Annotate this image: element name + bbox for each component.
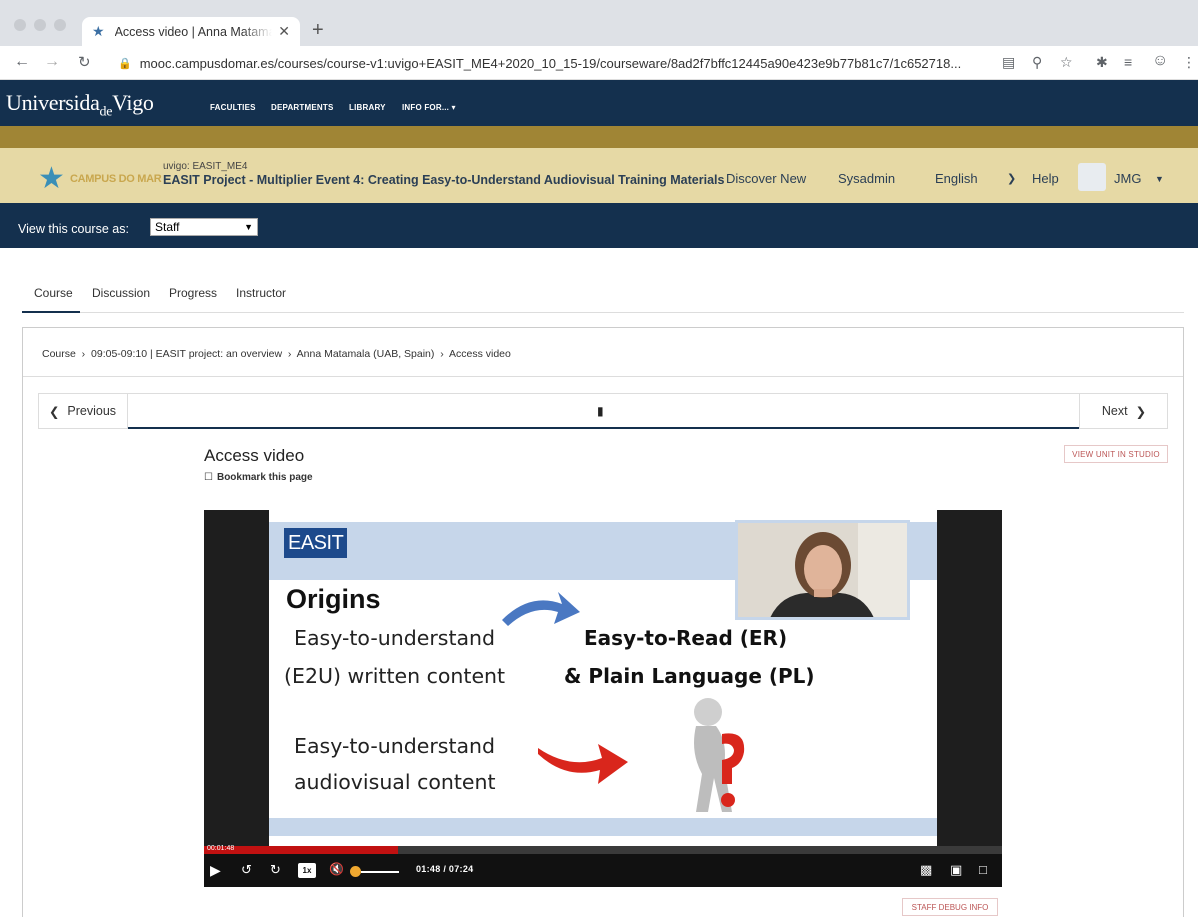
thinking-figure-icon xyxy=(694,698,745,812)
bookmark-button[interactable]: ☐ Bookmark this page xyxy=(204,472,313,483)
slide-heading: Origins xyxy=(286,584,381,614)
campus-do-mar-logo[interactable]: CAMPUS DO MAR xyxy=(70,173,162,185)
unit-title: Access video xyxy=(204,446,305,465)
translate-icon[interactable]: ▤ xyxy=(1002,54,1015,71)
user-menu-caret-icon[interactable]: ▼ xyxy=(1155,174,1164,184)
view-as-value: Staff xyxy=(155,220,180,234)
volume-slider-handle[interactable] xyxy=(350,866,361,877)
elapsed-tooltip: 00:01:48 xyxy=(207,845,235,852)
browser-menu-icon[interactable]: ⋮ xyxy=(1182,54,1196,71)
view-as-label: View this course as: xyxy=(18,222,129,236)
mute-icon[interactable]: 🔇 xyxy=(329,862,344,876)
play-icon[interactable]: ▶ xyxy=(210,862,221,879)
reload-icon[interactable]: ↻ xyxy=(78,53,91,71)
nav-library[interactable]: LIBRARY xyxy=(349,103,386,112)
active-unit-indicator xyxy=(128,427,1079,429)
staff-debug-button[interactable]: STAFF DEBUG INFO xyxy=(902,898,998,916)
slide-text-left-1b: (E2U) written content xyxy=(284,664,506,688)
favicon-star-icon: ★ xyxy=(92,23,105,39)
breadcrumb-divider xyxy=(23,376,1183,377)
red-arrow-icon xyxy=(538,744,628,784)
address-bar-url: mooc.campusdomar.es/courses/course-v1:uv… xyxy=(139,55,962,71)
speaker-video-inset xyxy=(735,520,910,620)
reading-list-icon[interactable]: ≡ xyxy=(1124,54,1132,70)
playback-speed-button[interactable]: 1x xyxy=(298,863,316,878)
help-link[interactable]: Help xyxy=(1032,171,1059,186)
avatar[interactable] xyxy=(1078,163,1106,191)
discover-new-link[interactable]: Discover New xyxy=(726,171,806,186)
zoom-icon[interactable]: ⚲ xyxy=(1032,54,1042,71)
skip-back-icon[interactable]: ↺ xyxy=(241,862,252,878)
bookmark-icon: ☐ xyxy=(204,472,213,483)
tab-title: Access video | Anna Matamala xyxy=(114,24,273,39)
select-chevron-icon: ▼ xyxy=(244,222,253,232)
breadcrumb[interactable]: Course › 09:05-09:10 | EASIT project: an… xyxy=(42,348,511,360)
easit-logo: EASIT xyxy=(284,528,348,558)
tabs-divider xyxy=(22,312,1184,313)
tab-discussion[interactable]: Discussion xyxy=(92,286,150,300)
slide-text-left-1a: Easy-to-understand xyxy=(294,626,496,650)
tab-close-icon[interactable]: ✕ xyxy=(278,23,290,40)
slide-text-left-2a: Easy-to-understand xyxy=(294,734,496,758)
view-in-studio-button[interactable]: VIEW UNIT IN STUDIO xyxy=(1064,445,1168,463)
volume-slider-track[interactable] xyxy=(361,871,399,873)
window-close-button[interactable] xyxy=(14,19,26,31)
previous-label: Previous xyxy=(67,404,117,418)
video-controls xyxy=(204,854,1002,887)
tab-instructor[interactable]: Instructor xyxy=(236,286,286,300)
new-tab-button[interactable]: + xyxy=(312,19,324,42)
nav-info-for[interactable]: INFO FOR... ▾ xyxy=(402,103,456,112)
university-header xyxy=(0,80,1198,126)
university-logo[interactable]: UniversidadeVigo xyxy=(6,90,154,120)
gold-divider xyxy=(0,126,1198,148)
back-arrow-icon[interactable]: ← xyxy=(14,53,30,71)
user-menu[interactable]: JMG xyxy=(1114,171,1141,186)
slide-text-left-2b: audiovisual content xyxy=(294,770,496,794)
tab-progress[interactable]: Progress xyxy=(169,286,217,300)
captions-icon[interactable]: □ xyxy=(979,862,987,877)
unit-book-icon[interactable]: ▮ xyxy=(597,404,604,418)
previous-button[interactable]: ❮ Previous xyxy=(38,393,128,429)
picture-in-picture-icon[interactable]: ▩ xyxy=(920,862,932,878)
language-chevron-icon[interactable]: ❯ xyxy=(1007,172,1016,185)
campus-do-mar-star-icon: ★ xyxy=(38,162,65,195)
tab-course[interactable]: Course xyxy=(34,286,73,300)
skip-forward-icon[interactable]: ↻ xyxy=(270,862,281,878)
blue-arrow-icon xyxy=(502,592,580,626)
slide-footer-band xyxy=(269,818,937,836)
chevron-left-icon: ❮ xyxy=(48,404,60,419)
video-time: 01:48 / 07:24 xyxy=(416,864,474,874)
view-as-select[interactable]: Staff ▼ xyxy=(150,218,258,236)
browser-tab[interactable]: ★ Access video | Anna Matamala ✕ xyxy=(82,17,300,46)
active-tab-indicator xyxy=(22,311,80,313)
lock-icon: 🔒 xyxy=(118,57,132,70)
extensions-icon[interactable]: ✱ xyxy=(1096,54,1108,71)
fullscreen-icon[interactable]: ▣ xyxy=(950,862,962,878)
bookmark-label: Bookmark this page xyxy=(216,472,313,483)
forward-arrow-icon[interactable]: → xyxy=(44,53,60,71)
bookmark-star-icon[interactable]: ☆ xyxy=(1060,54,1073,71)
window-minimize-button[interactable] xyxy=(34,19,46,31)
course-title: EASIT Project - Multiplier Event 4: Crea… xyxy=(163,173,725,187)
nav-departments[interactable]: DEPARTMENTS xyxy=(271,103,334,112)
next-label: Next xyxy=(1101,404,1128,418)
slide-text-right-1b: & Plain Language (PL) xyxy=(564,664,815,688)
window-zoom-button[interactable] xyxy=(54,19,66,31)
profile-icon[interactable]: ☺ xyxy=(1152,52,1168,70)
slide-text-right-1a: Easy-to-Read (ER) xyxy=(584,626,788,650)
address-bar[interactable]: 🔒 mooc.campusdomar.es/courses/course-v1:… xyxy=(108,50,1068,76)
sysadmin-link[interactable]: Sysadmin xyxy=(838,171,895,186)
course-org: uvigo: EASIT_ME4 xyxy=(163,161,248,172)
chevron-right-icon: ❯ xyxy=(1135,404,1147,419)
nav-faculties[interactable]: FACULTIES xyxy=(210,103,256,112)
language-select[interactable]: English xyxy=(935,171,978,186)
next-button[interactable]: Next ❯ xyxy=(1079,393,1168,429)
